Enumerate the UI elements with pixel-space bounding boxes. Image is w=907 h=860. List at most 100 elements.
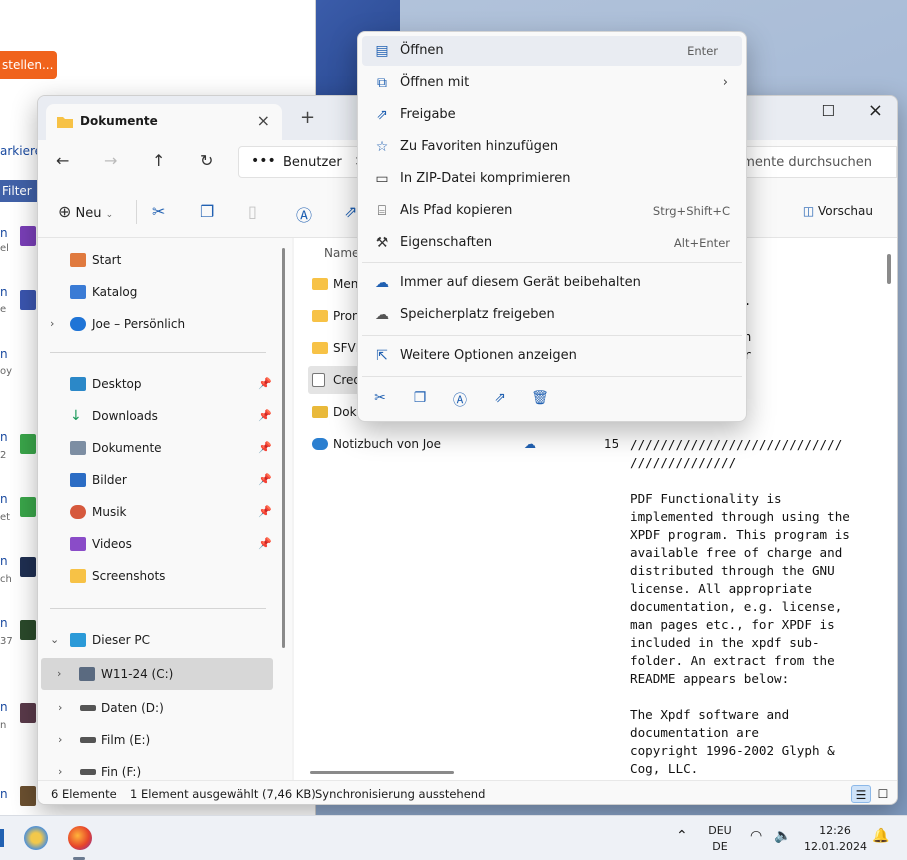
file-row[interactable]: Notizbuch von Joe ☁ 15.0 xyxy=(308,430,618,458)
rename-icon[interactable]: Ⓐ xyxy=(296,202,312,226)
forward-arrow-icon[interactable]: → xyxy=(104,151,117,170)
pin-icon[interactable]: 📌 xyxy=(258,434,272,462)
nav-item-downloads[interactable]: ↓ Downloads 📌 xyxy=(48,402,272,430)
nav-item-musik[interactable]: Musik 📌 xyxy=(48,498,272,526)
menu-item-open[interactable]: ▤ Öffnen Enter xyxy=(362,36,742,66)
chevron-right-icon: › xyxy=(722,75,728,90)
nav-item-screenshots[interactable]: Screenshots xyxy=(48,562,268,590)
nav-item-start[interactable]: Start xyxy=(48,246,268,274)
chevron-right-icon[interactable]: › xyxy=(50,310,54,338)
column-header-name[interactable]: Name xyxy=(324,246,359,260)
chevron-down-icon: ⌄ xyxy=(105,210,114,220)
maximize-icon[interactable]: ☐ xyxy=(822,102,835,120)
new-button-label: Neu xyxy=(75,206,102,221)
wifi-icon[interactable]: ◠ xyxy=(750,828,762,844)
chevron-right-icon[interactable]: › xyxy=(58,726,62,754)
cloud-check-icon: ☁ xyxy=(375,275,389,291)
nav-item-drive-e[interactable]: › Film (E:) xyxy=(48,726,268,754)
speaker-icon[interactable]: 🔈 xyxy=(774,828,791,844)
background-subtext: et xyxy=(0,512,11,523)
language-top[interactable]: DEU xyxy=(706,824,734,837)
search-input[interactable]: umente durchsuchen xyxy=(727,146,897,178)
menu-item-free-space[interactable]: ☁ Speicherplatz freigeben xyxy=(362,300,742,330)
tab-title: Dokumente xyxy=(80,114,158,128)
close-tab-icon[interactable]: × xyxy=(257,111,270,130)
chevron-up-icon[interactable]: ⌃ xyxy=(676,828,688,844)
weather-app-icon[interactable] xyxy=(24,826,48,850)
menu-item-open-with[interactable]: ⧉ Öffnen mit › xyxy=(362,68,742,98)
nav-item-onedrive[interactable]: › Joe – Persönlich xyxy=(48,310,268,338)
bell-icon[interactable]: 🔔 xyxy=(872,828,889,844)
preview-scrollbar[interactable] xyxy=(887,254,891,284)
rename-icon[interactable]: Ⓐ xyxy=(450,390,470,410)
clock-time[interactable]: 12:26 xyxy=(804,824,866,837)
nav-item-desktop[interactable]: Desktop 📌 xyxy=(48,370,272,398)
background-filter-button[interactable]: Filter xyxy=(0,180,38,202)
background-subtext: ch xyxy=(0,574,12,585)
cut-icon[interactable]: ✂ xyxy=(152,202,165,221)
chevron-right-icon[interactable]: › xyxy=(58,694,62,722)
taskbar: ⌃ DEU DE ◠ 🔈 12:26 12.01.2024 🔔 xyxy=(0,815,907,860)
menu-item-more-options[interactable]: ⇱ Weitere Optionen anzeigen xyxy=(362,341,742,371)
pin-icon[interactable]: 📌 xyxy=(258,530,272,558)
refresh-icon[interactable]: ↻ xyxy=(200,151,213,170)
nav-item-label: Joe – Persönlich xyxy=(92,317,186,331)
background-avatar xyxy=(20,226,36,246)
nav-item-label: Katalog xyxy=(92,285,138,299)
divider xyxy=(362,376,742,377)
new-button[interactable]: ⊕ Neu ⌄ xyxy=(58,202,113,221)
nav-item-bilder[interactable]: Bilder 📌 xyxy=(48,466,272,494)
clock-date[interactable]: 12.01.2024 xyxy=(804,840,867,853)
menu-item-keep-on-device[interactable]: ☁ Immer auf diesem Gerät beibehalten xyxy=(362,268,742,298)
background-avatar xyxy=(20,703,36,723)
pin-icon[interactable]: 📌 xyxy=(258,402,272,430)
pin-icon[interactable]: 📌 xyxy=(258,498,272,526)
navigation-scrollbar[interactable] xyxy=(282,248,285,648)
paste-icon[interactable]: ▯ xyxy=(248,202,257,221)
pin-icon[interactable]: 📌 xyxy=(258,466,272,494)
breadcrumb[interactable]: ••• Benutzer > xyxy=(238,146,368,178)
new-tab-icon[interactable]: + xyxy=(300,107,315,128)
share-icon[interactable]: ⇗ xyxy=(344,202,357,221)
breadcrumb-overflow-icon[interactable]: ••• xyxy=(251,153,276,169)
horizontal-scrollbar[interactable] xyxy=(310,771,454,774)
delete-icon[interactable]: 🗑 xyxy=(530,390,550,406)
back-arrow-icon[interactable]: ← xyxy=(56,151,69,170)
close-window-icon[interactable]: × xyxy=(868,100,883,121)
taskbar-app-edge[interactable] xyxy=(0,829,4,847)
nav-item-katalog[interactable]: Katalog xyxy=(48,278,268,306)
nav-item-videos[interactable]: Videos 📌 xyxy=(48,530,272,558)
copy-icon[interactable]: ❐ xyxy=(410,390,430,406)
details-view-icon[interactable]: ☰ xyxy=(851,785,871,803)
nav-item-drive-c[interactable]: › W11-24 (C:) xyxy=(41,658,273,690)
menu-item-label: Öffnen xyxy=(400,43,444,58)
chevron-right-icon[interactable]: › xyxy=(57,658,61,690)
nav-item-drive-d[interactable]: › Daten (D:) xyxy=(48,694,268,722)
breadcrumb-segment[interactable]: Benutzer xyxy=(283,155,342,170)
menu-item-properties[interactable]: ⚒ Eigenschaften Alt+Enter xyxy=(362,228,742,258)
language-bottom[interactable]: DE xyxy=(706,840,734,853)
menu-item-zip[interactable]: ▭ In ZIP-Datei komprimieren xyxy=(362,164,742,194)
chevron-down-icon[interactable]: ⌄ xyxy=(50,626,59,654)
tab-dokumente[interactable]: Dokumente × xyxy=(46,104,282,140)
menu-item-favorites[interactable]: ☆ Zu Favoriten hinzufügen xyxy=(362,132,742,162)
file-name: Pron xyxy=(333,309,360,323)
menu-item-label: Öffnen mit xyxy=(400,75,470,90)
background-orange-button[interactable]: stellen... xyxy=(0,51,57,79)
status-sync: Synchronisierung ausstehend xyxy=(315,787,486,801)
status-bar: 6 Elemente 1 Element ausgewählt (7,46 KB… xyxy=(38,780,897,804)
up-arrow-icon[interactable]: ↑ xyxy=(152,151,165,170)
background-avatar xyxy=(20,786,36,806)
background-avatar xyxy=(20,557,36,577)
pin-icon[interactable]: 📌 xyxy=(258,370,272,398)
menu-item-copy-path[interactable]: ⌸ Als Pfad kopieren Strg+Shift+C xyxy=(362,196,742,226)
copy-icon[interactable]: ❐ xyxy=(200,202,214,221)
nav-item-dokumente[interactable]: Dokumente 📌 xyxy=(48,434,272,462)
tiles-view-icon[interactable]: ☐ xyxy=(873,785,893,803)
share-icon[interactable]: ⇗ xyxy=(490,390,510,406)
menu-item-share[interactable]: ⇗ Freigabe xyxy=(362,100,742,130)
preview-button[interactable]: ◫ Vorschau xyxy=(803,204,873,218)
firefox-icon[interactable] xyxy=(68,826,92,850)
nav-item-dieser-pc[interactable]: ⌄ Dieser PC xyxy=(48,626,268,654)
cut-icon[interactable]: ✂ xyxy=(370,390,390,406)
